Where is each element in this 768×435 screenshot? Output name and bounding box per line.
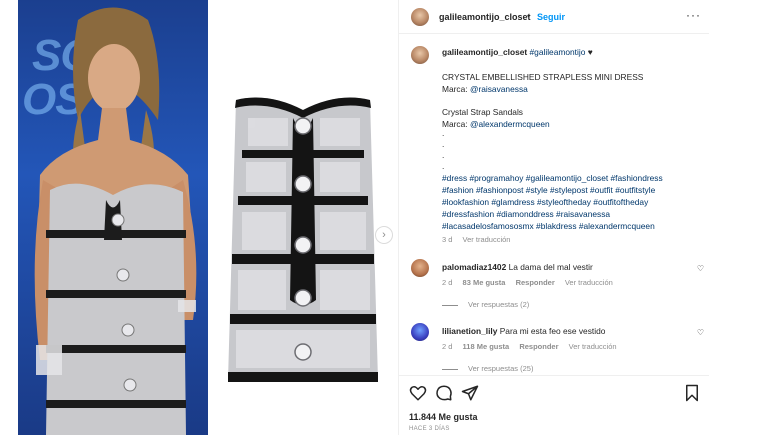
- comment-icon[interactable]: [435, 384, 453, 402]
- comment-translate-link[interactable]: Ver traducción: [565, 278, 613, 287]
- avatar[interactable]: [411, 8, 429, 26]
- post-media[interactable]: SOS OS: [0, 0, 398, 435]
- comment: palomadiaz1402 La dama del mal vestir: [442, 262, 593, 272]
- comment-age: 2 d: [442, 278, 453, 287]
- view-replies-button[interactable]: Ver respuestas (2): [442, 300, 529, 309]
- replies-divider: [442, 304, 458, 306]
- caption-meta: 3 d Ver traducción: [442, 235, 510, 244]
- more-options-button[interactable]: ···: [686, 8, 701, 22]
- small-heart-icon[interactable]: ♡: [697, 328, 704, 337]
- caption-brand-line: Marca: @raisavanessa: [442, 84, 528, 94]
- hashtag-line[interactable]: #fashion #fashionpost #style #stylepost …: [442, 185, 655, 195]
- reply-button[interactable]: Responder: [519, 342, 558, 351]
- comment-username[interactable]: lilianetion_lily: [442, 326, 497, 336]
- small-heart-icon[interactable]: ♡: [697, 264, 704, 273]
- view-replies-button[interactable]: Ver respuestas (25): [442, 364, 533, 373]
- caption-dot: .: [442, 139, 445, 149]
- comment-body: Para mi esta feo ese vestido: [499, 326, 606, 336]
- next-image-button[interactable]: ›: [375, 226, 393, 244]
- hashtag-line[interactable]: #lacasadelosfamososmx #blakdress #alexan…: [442, 221, 655, 231]
- hashtag-line[interactable]: #lookfashion #glamdress #styleoftheday #…: [442, 197, 648, 207]
- hashtag-line[interactable]: #dress #programahoy #galileamontijo_clos…: [442, 173, 663, 183]
- comment-likes[interactable]: 118 Me gusta: [463, 342, 510, 351]
- caption-heart: ♥: [587, 47, 593, 57]
- header-username[interactable]: galileamontijo_closet: [439, 12, 531, 22]
- paper-plane-icon[interactable]: [461, 384, 479, 402]
- comment-likes[interactable]: 83 Me gusta: [463, 278, 506, 287]
- commenter-avatar[interactable]: [411, 323, 429, 341]
- caption-header: galileamontijo_closet #galileamontijo ♥: [442, 47, 593, 57]
- bookmark-icon[interactable]: [683, 384, 701, 402]
- likes-count[interactable]: 11.844 Me gusta: [409, 412, 478, 422]
- action-bar: 11.844 Me gusta HACE 3 DÍAS: [399, 375, 709, 435]
- hashtag-line[interactable]: #dressfashion #diamonddress #raisavaness…: [442, 209, 610, 219]
- caption-age: 3 d: [442, 235, 453, 244]
- replies-divider: [442, 368, 458, 370]
- separator-dot: •: [527, 11, 531, 21]
- caption-dot: .: [442, 128, 445, 138]
- caption-username[interactable]: galileamontijo_closet: [442, 47, 527, 57]
- comment-username[interactable]: palomadiaz1402: [442, 262, 506, 272]
- brand-link-alexandermcqueen[interactable]: @alexandermcqueen: [470, 119, 550, 129]
- caption-dot: .: [442, 150, 445, 160]
- post-detail-panel: galileamontijo_closet • Seguir ··· galil…: [398, 0, 709, 435]
- photo-dress-product: [208, 0, 398, 435]
- reply-button[interactable]: Responder: [516, 278, 555, 287]
- caption-avatar[interactable]: [411, 46, 429, 64]
- commenter-avatar[interactable]: [411, 259, 429, 277]
- comment-translate-link[interactable]: Ver traducción: [569, 342, 617, 351]
- post-time: HACE 3 DÍAS: [409, 426, 450, 432]
- comment-body: La dama del mal vestir: [508, 262, 593, 272]
- caption-dot: .: [442, 161, 445, 171]
- caption-translate-link[interactable]: Ver traducción: [463, 235, 511, 244]
- comment-meta: 2 d 118 Me gusta Responder Ver traducció…: [442, 342, 617, 351]
- photo-person: SOS OS: [18, 0, 208, 435]
- caption-mention[interactable]: #galileamontijo: [530, 47, 586, 57]
- caption-sandals: Crystal Strap Sandals: [442, 107, 523, 117]
- follow-button[interactable]: Seguir: [537, 12, 565, 22]
- comment: lilianetion_lily Para mi esta feo ese ve…: [442, 326, 605, 336]
- dress-illustration: [228, 97, 378, 382]
- caption-title: CRYSTAL EMBELLISHED STRAPLESS MINI DRESS: [442, 72, 644, 82]
- heart-icon[interactable]: [409, 384, 427, 402]
- comment-age: 2 d: [442, 342, 453, 351]
- caption-brand-line-2: Marca: @alexandermcqueen: [442, 119, 550, 129]
- brand-link-raisavanessa[interactable]: @raisavanessa: [470, 84, 528, 94]
- person-illustration: [34, 7, 197, 435]
- post-header: galileamontijo_closet • Seguir ···: [399, 0, 709, 34]
- comment-meta: 2 d 83 Me gusta Responder Ver traducción: [442, 278, 613, 287]
